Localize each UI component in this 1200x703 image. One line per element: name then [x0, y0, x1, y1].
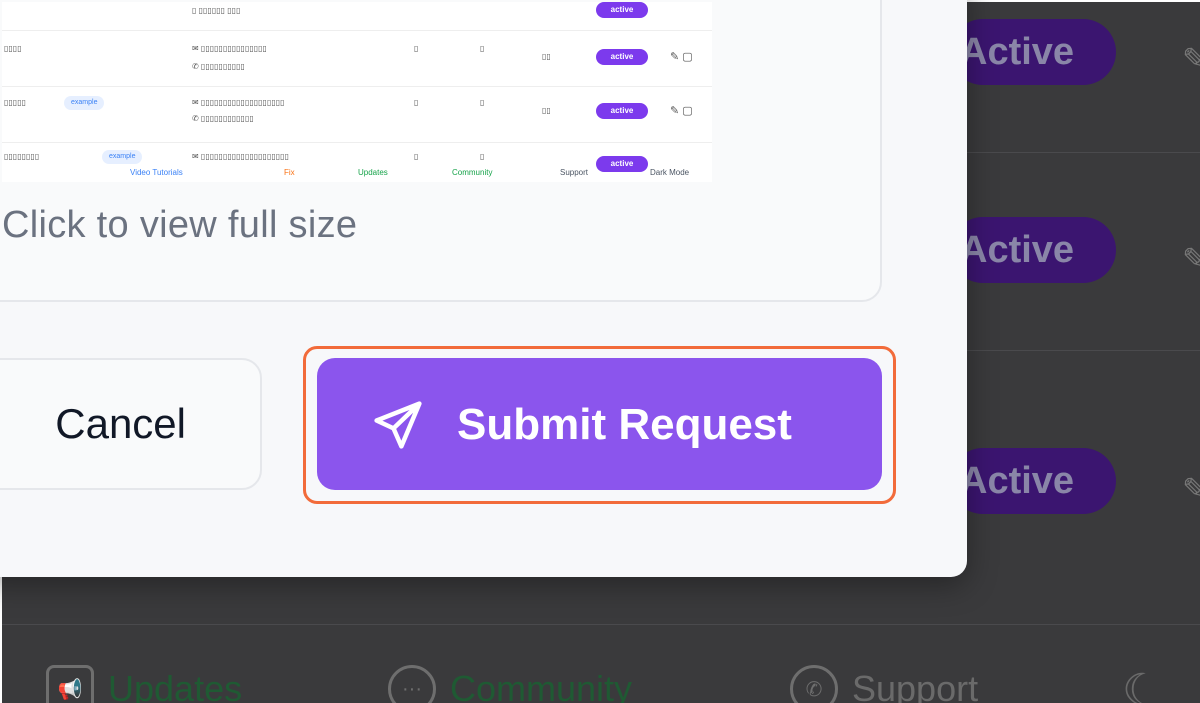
thumb-toolbar-item: Dark Mode	[650, 168, 690, 177]
thumb-toolbar-item: Video Tutorials	[130, 168, 183, 177]
send-icon	[374, 401, 422, 449]
footer-community-label: Community	[450, 668, 633, 703]
thumb-edit-icon: ✎ ▢	[670, 51, 693, 63]
thumb-toolbar-item: Community	[452, 168, 493, 177]
thumb-name: ▯▯▯▯▯▯▯▯	[4, 152, 40, 161]
thumb-phone: ✆ ▯▯▯▯▯▯▯▯▯▯	[192, 62, 245, 71]
thumb-tag: example	[64, 96, 105, 110]
status-badge: Active	[950, 448, 1116, 514]
thumb-count: ▯	[414, 98, 419, 107]
edit-icon: ✎	[1182, 473, 1200, 506]
thumb-count: ▯	[480, 98, 485, 107]
chat-bubble-icon: ···	[388, 665, 436, 703]
footer-updates[interactable]: 📢 Updates	[46, 665, 242, 703]
dark-mode-toggle[interactable]: ☾	[1122, 665, 1161, 703]
megaphone-icon: 📢	[46, 665, 94, 703]
thumb-contact: ✉ ▯▯▯▯▯▯▯▯▯▯▯▯▯▯▯▯▯▯▯▯	[192, 152, 289, 161]
screenshot-thumbnail[interactable]: ▯ ▯▯▯▯▯▯ ▯▯▯ active ▯▯▯▯ ✉ ▯▯▯▯▯▯▯▯▯▯▯▯▯…	[2, 2, 712, 182]
thumb-status-pill: active	[596, 2, 648, 18]
footer-support-label: Support	[852, 668, 979, 703]
thumb-name: ▯▯▯▯▯	[4, 98, 27, 107]
footer-support[interactable]: ✆ Support	[790, 665, 978, 703]
thumb-phone: ✆ ▯▯▯▯▯▯▯▯▯▯▯▯	[192, 114, 254, 123]
thumb-count: ▯	[414, 44, 419, 53]
thumb-status-pill: active	[596, 103, 648, 119]
phone-icon: ✆	[790, 665, 838, 703]
thumb-count: ▯	[480, 44, 485, 53]
thumb-contact: ✉ ▯▯▯▯▯▯▯▯▯▯▯▯▯▯▯▯▯▯▯	[192, 98, 285, 107]
thumb-row-divider	[2, 86, 712, 87]
preview-caption: Click to view full size	[2, 204, 358, 246]
thumb-toolbar-item: Fix	[284, 168, 295, 177]
thumb-pct: ▯▯	[542, 52, 551, 61]
footer-bar: 📢 Updates ··· Community ✆ Support ☾	[2, 624, 1200, 703]
status-badge: Active	[950, 217, 1116, 283]
moon-icon: ☾	[1122, 666, 1162, 703]
thumb-row-divider	[2, 142, 712, 143]
thumb-pct: ▯▯	[542, 106, 551, 115]
thumb-contact: ▯ ▯▯▯▯▯▯ ▯▯▯	[192, 6, 241, 15]
submit-request-button[interactable]: Submit Request	[317, 358, 882, 490]
thumb-tag: example	[102, 150, 143, 164]
thumb-name: ▯▯▯▯	[4, 44, 22, 53]
submit-request-label: Submit Request	[457, 400, 792, 449]
request-modal: ▯ ▯▯▯▯▯▯ ▯▯▯ active ▯▯▯▯ ✉ ▯▯▯▯▯▯▯▯▯▯▯▯▯…	[0, 0, 967, 577]
thumb-toolbar-item: Updates	[358, 168, 388, 177]
thumb-row-divider	[2, 30, 712, 31]
thumb-edit-icon: ✎ ▢	[670, 105, 693, 117]
thumb-status-pill: active	[596, 156, 648, 172]
thumb-count: ▯	[414, 152, 419, 161]
thumb-count: ▯	[480, 152, 485, 161]
edit-icon: ✎	[1182, 243, 1200, 276]
footer-community[interactable]: ··· Community	[388, 665, 632, 703]
edit-icon: ✎	[1182, 43, 1200, 76]
screenshot-preview-card[interactable]: ▯ ▯▯▯▯▯▯ ▯▯▯ active ▯▯▯▯ ✉ ▯▯▯▯▯▯▯▯▯▯▯▯▯…	[0, 0, 882, 302]
cancel-button[interactable]: Cancel	[0, 358, 262, 490]
status-badge: Active	[950, 19, 1116, 85]
footer-updates-label: Updates	[108, 668, 243, 703]
thumb-status-pill: active	[596, 49, 648, 65]
thumb-toolbar-item: Support	[560, 168, 589, 177]
thumb-contact: ✉ ▯▯▯▯▯▯▯▯▯▯▯▯▯▯▯	[192, 44, 267, 53]
